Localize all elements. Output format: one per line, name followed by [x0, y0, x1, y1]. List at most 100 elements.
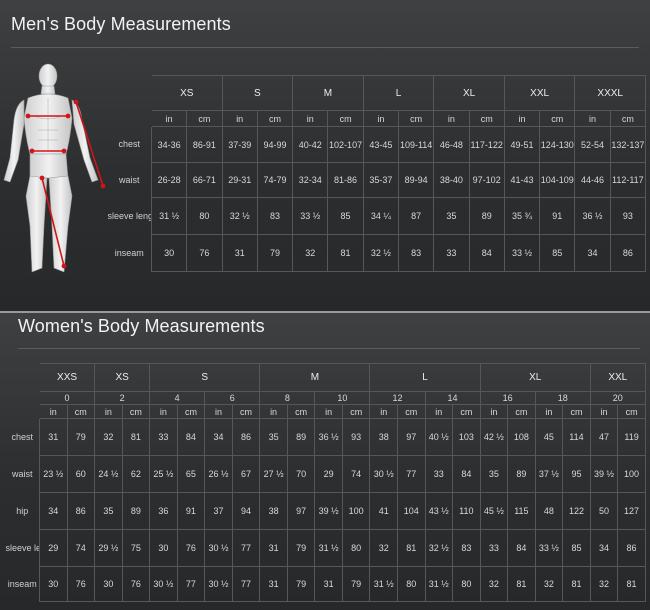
- table-cell: 35: [259, 418, 288, 456]
- table-cell: 83: [397, 234, 435, 272]
- table-cell: 45 ½: [479, 492, 509, 530]
- table-cell: 127: [617, 492, 646, 530]
- table-cell: 29 ½: [94, 529, 123, 567]
- table-cell: 100: [617, 455, 646, 493]
- table-cell: 37-39: [221, 126, 258, 163]
- unit-header: in: [204, 404, 233, 419]
- table-cell: 33 ½: [503, 234, 541, 272]
- table-cell: 32: [479, 566, 509, 602]
- table-row: inseam 30 76 30 76 30 ½ 77 30 ½ 77 31 79 31 79 31 ½ 80…: [6, 566, 646, 602]
- size-header: XXL: [589, 363, 646, 392]
- table-cell: 34: [589, 529, 619, 567]
- corner-cell: [108, 111, 152, 127]
- table-cell: 89: [286, 418, 316, 456]
- size-header: M: [292, 75, 364, 111]
- unit-header: cm: [327, 110, 364, 127]
- table-cell: 80: [186, 197, 223, 235]
- table-cell: 31: [314, 566, 343, 602]
- table-cell: 85: [539, 234, 576, 272]
- table-cell: 32: [589, 566, 619, 602]
- table-cell: 30 ½: [369, 455, 398, 493]
- table-cell: 34-36: [150, 126, 188, 163]
- table-cell: 32: [534, 566, 564, 602]
- table-cell: 31: [259, 566, 288, 602]
- unit-header: cm: [468, 110, 505, 127]
- table-cell: 89-94: [397, 162, 435, 198]
- table-cell: 76: [186, 234, 223, 272]
- unit-header: cm: [397, 110, 435, 127]
- unit-header: in: [433, 110, 470, 127]
- table-cell: 31 ½: [369, 566, 398, 602]
- table-cell: 33: [433, 234, 470, 272]
- table-cell: 110: [452, 492, 481, 530]
- size-header: XL: [433, 75, 505, 111]
- table-cell: 39 ½: [314, 492, 343, 530]
- table-cell: 40 ½: [424, 418, 454, 456]
- table-cell: 31: [221, 234, 258, 272]
- table-cell: 36 ½: [314, 418, 343, 456]
- table-cell: 32: [292, 234, 329, 272]
- table-cell: 81: [562, 566, 591, 602]
- size-header: XXXL: [574, 75, 646, 111]
- table-row: inseam 30 76 31 79 32 81 32 ½ 83 33 84 33 ½ 85 34 86: [108, 234, 646, 272]
- table-cell: 76: [121, 566, 151, 602]
- table-cell: 74-79: [256, 162, 294, 198]
- unit-header: in: [424, 404, 454, 419]
- table-cell: 108: [507, 418, 536, 456]
- table-cell: 83: [452, 529, 481, 567]
- unit-header: in: [534, 404, 564, 419]
- table-cell: 31 ½: [424, 566, 454, 602]
- table-cell: 38: [259, 492, 288, 530]
- table-cell: 89: [121, 492, 151, 530]
- table-cell: 89: [468, 197, 505, 235]
- table-cell: 41: [369, 492, 398, 530]
- unit-header: in: [94, 404, 123, 419]
- table-cell: 32 ½: [221, 197, 258, 235]
- table-cell: 80: [397, 566, 426, 602]
- table-cell: 46-48: [433, 126, 470, 163]
- table-cell: 84: [468, 234, 505, 272]
- table-cell: 26-28: [150, 162, 188, 198]
- table-cell: 132-137: [609, 126, 646, 163]
- table-cell: 94: [231, 492, 261, 530]
- table-cell: 67: [231, 455, 261, 493]
- size-header: XL: [479, 363, 591, 392]
- table-cell: 33: [479, 529, 509, 567]
- unit-header: in: [503, 110, 541, 127]
- table-cell: 29: [39, 529, 68, 567]
- table-row: sleeve length297429 ½75307630 ½77317931 …: [5, 529, 646, 567]
- table-cell: 35: [433, 197, 470, 235]
- size-number-header: 14: [424, 391, 481, 405]
- table-cell: 43 ½: [424, 492, 454, 530]
- women-title: Women's Body Measurements: [18, 316, 265, 336]
- table-cell: 79: [66, 418, 96, 456]
- size-header: L: [362, 75, 435, 111]
- size-header: XS: [94, 363, 151, 392]
- table-cell: 32: [94, 418, 123, 456]
- table-cell: 93: [609, 197, 646, 235]
- table-cell: 32: [369, 529, 398, 567]
- table-cell: 86: [617, 529, 646, 567]
- table-cell: 30 ½: [149, 566, 178, 602]
- row-label: sleeve length: [5, 542, 40, 553]
- women-section: Women's Body Measurements XXS XS S M L XL XXL 0…: [0, 313, 650, 610]
- table-cell: 33 ½: [292, 197, 329, 235]
- table-row: chest 34-36 86-91 37-39 94-99 40-42 102-107 43-…: [108, 126, 646, 163]
- table-cell: 62: [121, 455, 151, 493]
- table-cell: 48: [534, 492, 564, 530]
- table-cell: 122: [562, 492, 591, 530]
- table-cell: 24 ½: [94, 455, 123, 493]
- table-cell: 32 ½: [424, 529, 454, 567]
- unit-header: cm: [452, 404, 481, 419]
- unit-header: cm: [186, 110, 223, 127]
- table-cell: 34 ¼: [362, 197, 399, 235]
- table-cell: 35-37: [362, 162, 399, 198]
- unit-header: cm: [231, 404, 261, 419]
- table-cell: 81: [327, 234, 364, 272]
- table-cell: 44-46: [574, 162, 611, 198]
- men-section: Men's Body Measurements XS S M L XL XXL …: [0, 0, 650, 311]
- table-cell: 83: [256, 197, 294, 235]
- table-cell: 30 ½: [204, 566, 233, 602]
- table-cell: 36: [149, 492, 178, 530]
- table-cell: 60: [66, 455, 96, 493]
